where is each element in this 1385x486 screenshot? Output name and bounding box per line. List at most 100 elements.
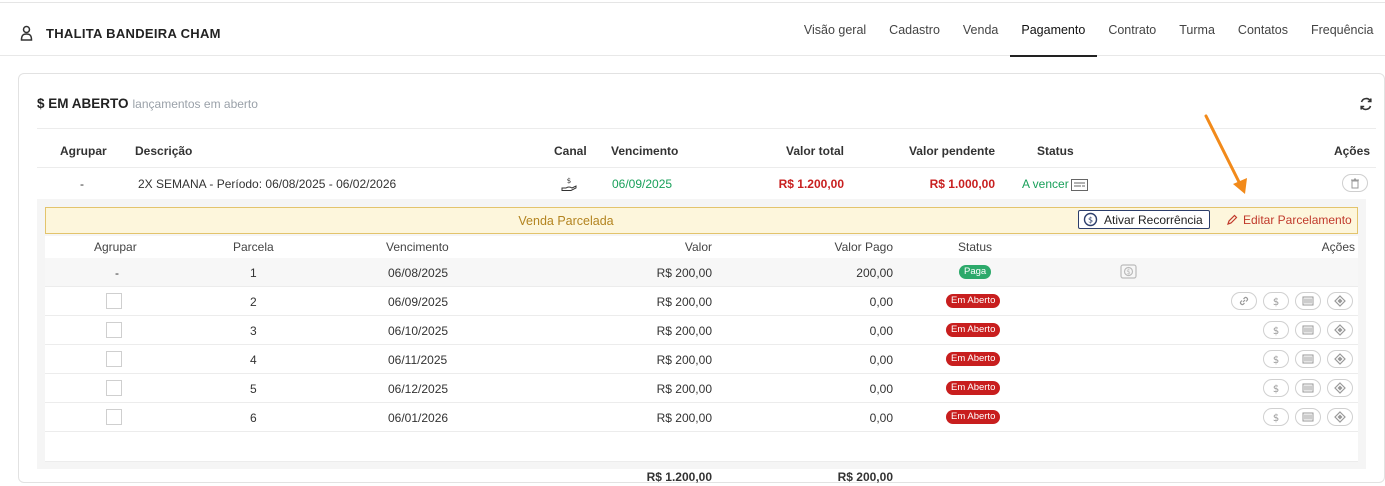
installment-banner: Venda Parcelada $ Ativar Recorrência Edi… <box>45 207 1358 234</box>
barcode-button[interactable] <box>1295 408 1321 426</box>
installments-table: Agrupar Parcela Vencimento Valor Valor P… <box>45 236 1358 484</box>
dollar-icon: $ <box>1273 297 1279 307</box>
row-parcela: 1 <box>250 266 257 280</box>
row-checkbox[interactable] <box>106 322 122 338</box>
pay-button[interactable]: $ <box>1263 379 1289 397</box>
row-parcela: 2 <box>250 295 257 309</box>
pix-icon <box>1334 411 1346 423</box>
barcode-icon <box>1302 412 1314 422</box>
tab-frequencia[interactable]: Frequência <box>1299 3 1385 57</box>
pix-icon <box>1334 324 1346 336</box>
barcode-button[interactable] <box>1295 292 1321 310</box>
edit-installments-button[interactable]: Editar Parcelamento <box>1226 213 1352 227</box>
link-button[interactable] <box>1231 292 1257 310</box>
row-valor: R$ 200,00 <box>656 324 712 338</box>
row-vencimento: 06/11/2025 <box>388 353 448 367</box>
row-valor-pago: 0,00 <box>869 382 893 396</box>
pay-button[interactable]: $ <box>1263 408 1289 426</box>
row-parcela: 6 <box>250 411 257 425</box>
barcode-button[interactable] <box>1295 379 1321 397</box>
open-payments-panel: $ EM ABERTO lançamentos em aberto Agrupa… <box>18 73 1385 484</box>
row-parcela: 4 <box>250 353 257 367</box>
col-vencimento: Vencimento <box>386 240 449 254</box>
row-valor: R$ 200,00 <box>656 295 712 309</box>
row-valor-pago: 0,00 <box>869 353 893 367</box>
student-info: THALITA BANDEIRA CHAM <box>20 25 221 41</box>
pix-button[interactable] <box>1327 321 1353 339</box>
pix-button[interactable] <box>1327 292 1353 310</box>
delete-button[interactable] <box>1342 174 1368 192</box>
col-parcela: Parcela <box>233 240 274 254</box>
pay-button[interactable]: $ <box>1263 350 1289 368</box>
barcode-icon <box>1302 354 1314 364</box>
row-actions: $ <box>1263 379 1353 397</box>
installments-header: Agrupar Parcela Vencimento Valor Valor P… <box>45 236 1358 258</box>
col-valor-pago: Valor Pago <box>834 240 893 254</box>
row-actions: $ <box>1263 321 1353 339</box>
table-row: - 2X SEMANA - Período: 06/08/2025 - 06/0… <box>37 167 1376 200</box>
table-row: 3 06/10/2025 R$ 200,00 0,00 Em Aberto $ <box>45 316 1358 345</box>
pay-button[interactable]: $ <box>1263 321 1289 339</box>
pix-button[interactable] <box>1327 408 1353 426</box>
tab-turma[interactable]: Turma <box>1168 3 1227 57</box>
row-checkbox[interactable] <box>106 351 122 367</box>
tab-pagamento[interactable]: Pagamento <box>1009 3 1097 57</box>
tab-cadastro[interactable]: Cadastro <box>878 3 952 57</box>
col-acoes: Ações <box>1333 144 1370 158</box>
tab-visao-geral[interactable]: Visão geral <box>792 3 877 57</box>
recurrence-icon: $ <box>1083 212 1098 227</box>
tab-contatos[interactable]: Contatos <box>1226 3 1299 57</box>
col-agrupar: Agrupar <box>94 240 137 254</box>
pix-button[interactable] <box>1327 379 1353 397</box>
dollar-icon: $ <box>1273 384 1279 394</box>
dollar-icon: $ <box>1273 326 1279 336</box>
row-vencimento: 06/09/2025 <box>612 177 673 191</box>
col-valor-pendente: Valor pendente <box>908 144 995 158</box>
row-actions: $ <box>1263 408 1353 426</box>
row-checkbox[interactable] <box>106 409 122 425</box>
receipt-money-icon[interactable]: $ <box>1118 263 1138 281</box>
barcode-button[interactable] <box>1295 321 1321 339</box>
row-vencimento: 06/12/2025 <box>388 382 449 396</box>
svg-text:$: $ <box>1273 326 1279 336</box>
pix-icon <box>1334 295 1346 307</box>
row-checkbox[interactable] <box>106 293 122 309</box>
status-badge: Em Aberto <box>946 323 1001 337</box>
dollar-icon: $ <box>1273 355 1279 365</box>
col-valor-total: Valor total <box>785 144 844 158</box>
col-valor: Valor <box>684 240 712 254</box>
row-status: A vencer <box>1022 177 1069 191</box>
barcode-icon <box>1302 325 1314 335</box>
total-valor-pago: R$ 200,00 <box>837 470 893 484</box>
installments-section: Venda Parcelada $ Ativar Recorrência Edi… <box>37 199 1366 484</box>
row-agrupar: - <box>80 177 84 191</box>
row-valor-pago: 200,00 <box>856 266 893 280</box>
activate-recurrence-button[interactable]: $ Ativar Recorrência <box>1078 210 1210 229</box>
tab-venda[interactable]: Venda <box>951 3 1009 57</box>
barcode-icon <box>1302 296 1314 306</box>
student-name: THALITA BANDEIRA CHAM <box>46 25 221 41</box>
row-checkbox[interactable] <box>106 380 122 396</box>
pix-icon <box>1334 353 1346 365</box>
invoice-icon <box>1071 179 1088 191</box>
row-parcela: 3 <box>250 324 257 338</box>
banner-text: Venda Parcelada <box>518 214 614 228</box>
trash-icon <box>1351 178 1359 188</box>
row-vencimento: 06/01/2026 <box>388 411 449 425</box>
col-acoes: Ações <box>1321 240 1355 254</box>
user-icon <box>20 25 33 41</box>
panel-subtitle: lançamentos em aberto <box>132 97 258 111</box>
col-canal: Canal <box>554 144 587 158</box>
row-vencimento: 06/09/2025 <box>388 295 449 309</box>
col-descricao: Descrição <box>135 144 193 158</box>
pay-button[interactable]: $ <box>1263 292 1289 310</box>
row-descricao: 2X SEMANA - Período: 06/08/2025 - 06/02/… <box>138 177 397 191</box>
tab-contrato[interactable]: Contrato <box>1097 3 1168 57</box>
divider <box>37 128 1376 129</box>
barcode-button[interactable] <box>1295 350 1321 368</box>
pix-button[interactable] <box>1327 350 1353 368</box>
barcode-icon <box>1302 383 1314 393</box>
col-vencimento: Vencimento <box>611 144 679 158</box>
col-status: Status <box>1037 144 1074 158</box>
refresh-icon[interactable] <box>1358 96 1374 112</box>
